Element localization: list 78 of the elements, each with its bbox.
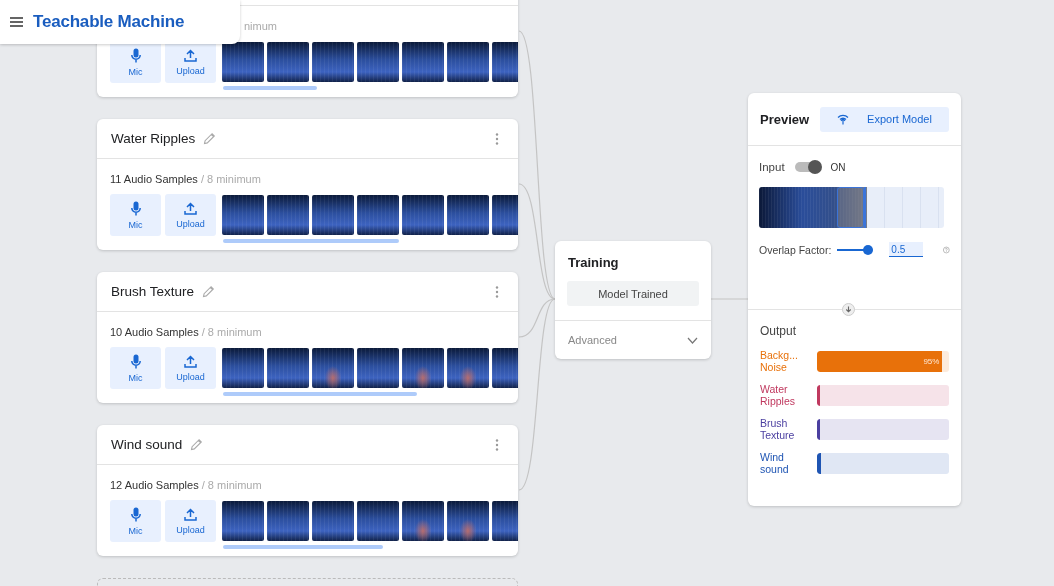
pencil-icon[interactable] (203, 132, 217, 145)
advanced-label[interactable]: Advanced (568, 334, 617, 346)
confidence-percent: 95% (923, 356, 940, 366)
spectrogram-thumbnail[interactable] (357, 42, 399, 82)
upload-icon (184, 201, 197, 215)
mic-button[interactable]: Mic (110, 347, 161, 389)
spectrogram-thumbnail[interactable] (402, 195, 444, 235)
sample-count-text: 11 Audio Samples / 8 minimum (109, 172, 262, 187)
sample-minimum-text: nimum (244, 20, 277, 32)
mic-button[interactable]: Mic (110, 41, 161, 83)
spectrogram-thumbnail[interactable] (312, 348, 354, 388)
mic-button[interactable]: Mic (110, 500, 161, 542)
input-label: Input (759, 161, 785, 173)
more-options-icon[interactable] (495, 438, 499, 451)
scrollbar[interactable] (223, 86, 317, 90)
input-toggle[interactable] (794, 162, 821, 172)
spectrogram-thumbnail[interactable] (312, 195, 354, 235)
scrollbar[interactable] (223, 239, 399, 243)
class-label: Water Ripples (760, 383, 797, 407)
microphone-icon (130, 47, 141, 63)
spectrogram-thumbnail[interactable] (357, 195, 399, 235)
spectrogram-thumbnail[interactable] (357, 348, 399, 388)
sample-count-text: 10 Audio Samples / 8 minimum (109, 325, 263, 340)
spectrogram-thumbnail[interactable] (447, 195, 489, 235)
spectrogram-thumbnail[interactable] (447, 501, 489, 541)
menu-icon[interactable] (10, 17, 23, 27)
export-model-button[interactable]: Export Model (820, 106, 949, 132)
upload-button[interactable]: Upload (165, 41, 216, 83)
sample-count-text: 12 Audio Samples / 8 minimum (109, 478, 263, 493)
upload-button[interactable]: Upload (165, 194, 216, 236)
spectrogram-thumbnail[interactable] (267, 348, 309, 388)
mic-button[interactable]: Mic (110, 194, 161, 236)
output-title: Output (759, 323, 798, 340)
spectrogram-thumbnail[interactable] (222, 501, 264, 541)
toggle-state-text: ON (830, 161, 846, 173)
spectrogram-thumbnail[interactable] (447, 42, 489, 82)
training-title: Training (567, 254, 620, 272)
class-name: Water Ripples (111, 131, 196, 146)
model-trained-button[interactable]: Model Trained (567, 281, 699, 306)
overlap-value-field[interactable]: 0.5 (889, 242, 924, 257)
spectrogram-thumbnail[interactable] (402, 42, 444, 82)
spectrogram-thumbnail[interactable] (222, 42, 264, 82)
spectrogram-thumbnail[interactable] (267, 195, 309, 235)
spectrogram-thumbnail[interactable] (312, 501, 354, 541)
spectrogram-thumbnail[interactable] (447, 348, 489, 388)
upload-button[interactable]: Upload (165, 347, 216, 389)
upload-icon (184, 354, 197, 368)
app-logo-text: Teachable Machine (33, 12, 185, 32)
upload-icon (184, 507, 197, 521)
spectrogram-thumbnail[interactable] (312, 42, 354, 82)
more-options-icon[interactable] (495, 132, 499, 145)
class-label: Backg... Noise (760, 349, 799, 373)
scrollbar[interactable] (223, 545, 383, 549)
spectrogram-thumbnail[interactable] (357, 501, 399, 541)
chevron-icon[interactable] (687, 336, 698, 344)
microphone-icon (130, 200, 141, 216)
spectrogram-thumbnail[interactable] (267, 501, 309, 541)
upload-antenna-icon (837, 113, 850, 125)
upload-button[interactable]: Upload (165, 500, 216, 542)
class-label: Brush Texture (760, 417, 796, 441)
microphone-icon (130, 506, 141, 522)
overlap-factor-label: Overlap Factor: (759, 243, 832, 256)
spectrogram-thumbnail[interactable] (402, 501, 444, 541)
preview-title: Preview (760, 111, 810, 127)
scrollbar[interactable] (223, 392, 417, 396)
class-name: Brush Texture (111, 284, 195, 299)
overlap-slider-thumb[interactable] (862, 244, 873, 255)
spectrogram-thumbnail[interactable] (402, 348, 444, 388)
more-options-icon[interactable] (495, 285, 499, 298)
pencil-icon[interactable] (202, 285, 216, 298)
class-label: Wind sound (760, 451, 790, 475)
spectrogram-thumbnail[interactable] (267, 42, 309, 82)
class-name: Wind sound (111, 437, 183, 452)
pencil-icon[interactable] (190, 438, 204, 451)
spectrogram-thumbnail[interactable] (222, 348, 264, 388)
microphone-icon (130, 353, 141, 369)
spectrogram-thumbnail[interactable] (222, 195, 264, 235)
upload-icon (184, 48, 197, 62)
